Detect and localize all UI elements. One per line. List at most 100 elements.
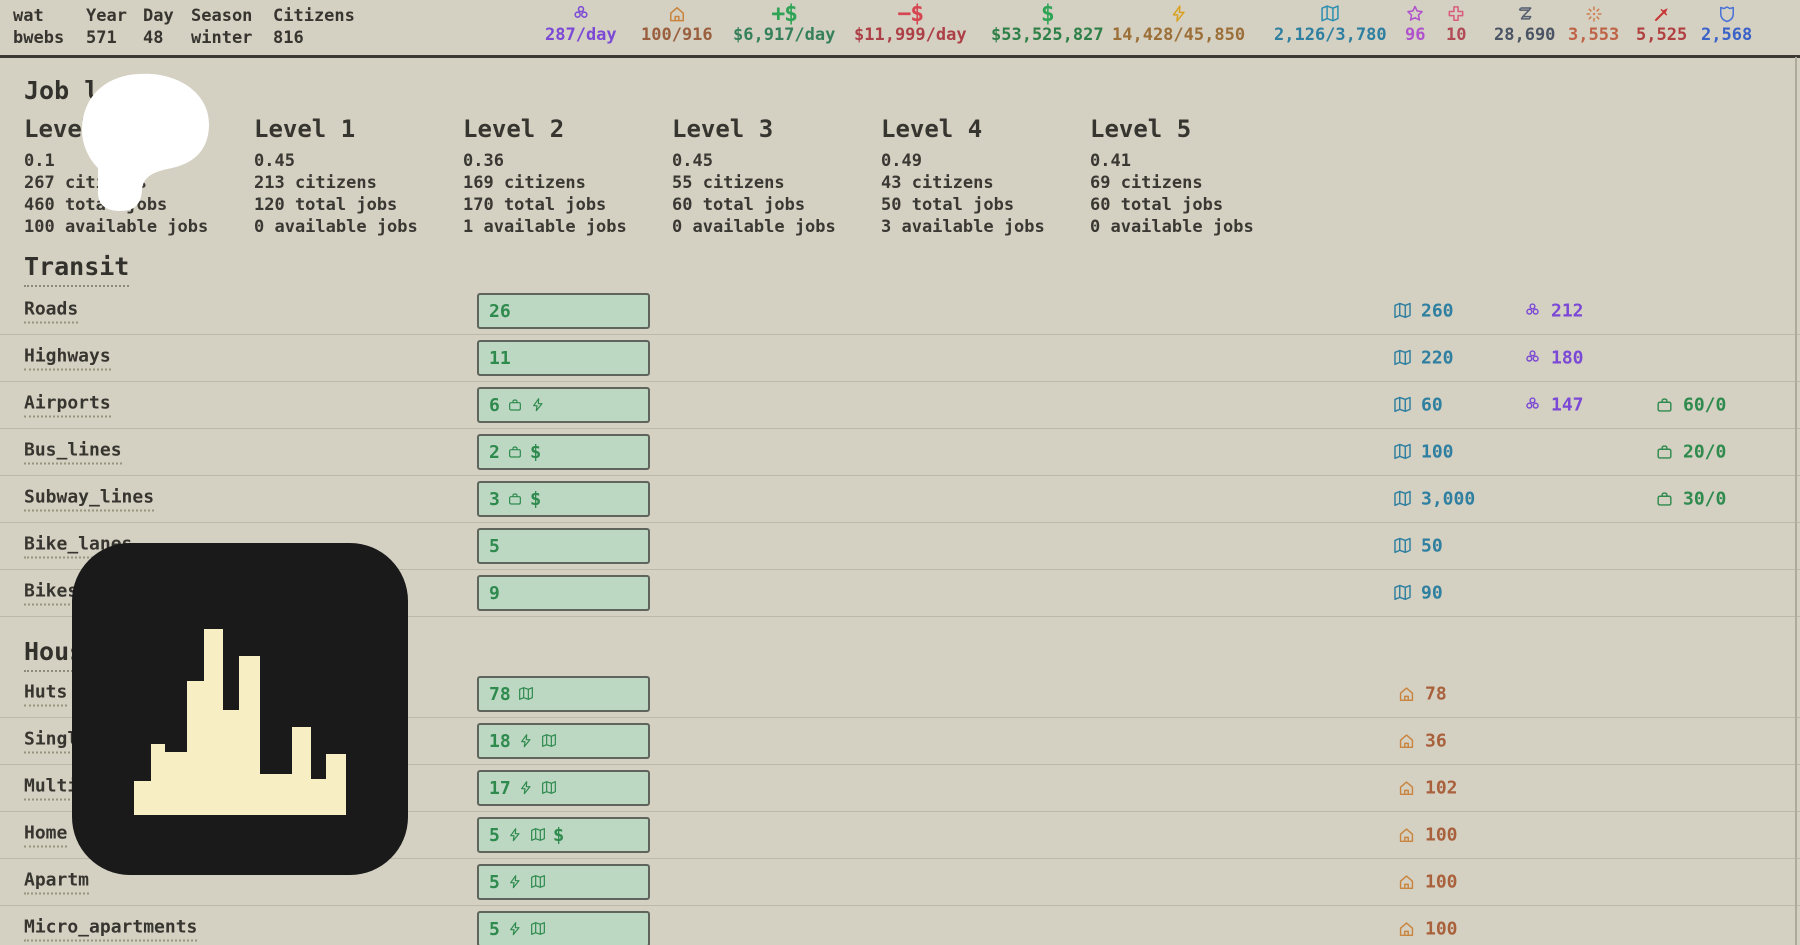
map-icon — [541, 781, 556, 794]
row-stat: 220 — [1393, 348, 1454, 369]
count-input[interactable]: 6 — [477, 387, 650, 423]
map-icon — [1394, 349, 1411, 366]
count-input[interactable]: 78 — [477, 676, 650, 712]
city-skyline-icon — [134, 629, 346, 815]
count-input[interactable]: 18 — [477, 723, 650, 759]
row-stat: 100 — [1397, 825, 1458, 846]
row-label[interactable]: Bikes — [24, 581, 79, 606]
job-level-column: Level 4 0.49 43 citizens 50 total jobs 3 ava… — [881, 116, 1045, 238]
topbar: wat bwebs Year 571 Day 48 Season winter Citizens… — [0, 0, 1800, 58]
count-input[interactable]: 11 — [477, 340, 650, 376]
row-stat: 3,000 — [1393, 489, 1475, 510]
count-value: 11 — [489, 347, 511, 369]
topbar-stat: 287/day — [545, 3, 617, 45]
level-citizens: 169 citizens — [463, 173, 586, 193]
row-label[interactable]: Roads — [24, 299, 79, 324]
map-icon — [530, 922, 545, 935]
level-ratio: 0.45 — [672, 151, 713, 171]
scroll-track[interactable] — [1795, 57, 1797, 945]
power-icon — [520, 781, 531, 795]
topbar-stat: +$ $6,917/day — [733, 2, 835, 45]
count-input[interactable]: 17 — [477, 770, 650, 806]
row-stat: 90 — [1393, 583, 1443, 604]
row-stat: 100 — [1393, 442, 1454, 463]
row-label[interactable]: Home — [24, 823, 68, 848]
row-stat: 60/0 — [1655, 395, 1726, 416]
level-name: Level 4 — [881, 115, 983, 143]
row-label[interactable]: Multi — [24, 776, 79, 801]
level-available-jobs: 0 available jobs — [672, 217, 836, 237]
identity-value: bwebs — [13, 28, 65, 48]
identity-value: 48 — [143, 28, 164, 48]
stat-value: 96 — [1405, 25, 1426, 45]
row-label[interactable]: Singl — [24, 729, 79, 754]
dagger-icon — [1654, 8, 1668, 21]
row-stat-value: 36 — [1425, 730, 1447, 752]
row-stat: 100 — [1397, 872, 1458, 893]
count-input[interactable]: 9 — [477, 575, 650, 611]
steel-beam-icon — [1518, 7, 1532, 20]
transit-row: Subway_lines 3 $3,000 30/0 — [0, 475, 1800, 522]
row-stat-value: 212 — [1551, 300, 1584, 322]
count-input[interactable]: 5 $ — [477, 817, 650, 853]
row-label[interactable]: Bus_lines — [24, 440, 122, 465]
level-total-jobs: 60 total jobs — [1090, 195, 1224, 215]
count-value: 18 — [489, 730, 511, 752]
identity-wat: wat bwebs — [13, 5, 64, 49]
count-value: 26 — [489, 300, 511, 322]
count-value: 78 — [489, 683, 511, 705]
level-available-jobs: 0 available jobs — [1090, 217, 1254, 237]
shield-icon — [1719, 6, 1734, 23]
topbar-stat: 28,690 — [1494, 3, 1555, 45]
row-label[interactable]: Highways — [24, 346, 111, 371]
population-growth-icon — [1526, 397, 1539, 409]
level-citizens: 267 citizens — [24, 173, 147, 193]
level-total-jobs: 170 total jobs — [463, 195, 607, 215]
job-levels-title: Job levels — [24, 76, 175, 105]
star-icon — [1407, 5, 1424, 21]
briefcase-icon — [508, 493, 521, 505]
row-label[interactable]: Subway_lines — [24, 487, 155, 512]
briefcase-icon — [508, 399, 521, 411]
level-name: Level 1 — [254, 115, 356, 143]
row-stat-value: 100 — [1425, 871, 1458, 893]
briefcase-icon — [1657, 398, 1672, 412]
row-stat: 102 — [1397, 778, 1458, 799]
house-icon — [1399, 875, 1414, 890]
row-label[interactable]: Huts — [24, 682, 68, 707]
count-input[interactable]: 5 — [477, 911, 650, 945]
identity-label: Day — [143, 6, 174, 26]
count-input[interactable]: 5 — [477, 528, 650, 564]
power-icon — [532, 398, 543, 412]
row-stat: 20/0 — [1655, 442, 1726, 463]
row-stat-value: 180 — [1551, 347, 1584, 369]
map-icon — [530, 828, 545, 841]
level-name: Level 2 — [463, 115, 565, 143]
population-growth-icon — [1526, 350, 1539, 362]
row-label[interactable]: Micro_apartments — [24, 917, 198, 942]
count-input[interactable]: 3 $ — [477, 481, 650, 517]
transit-row: Airports 6 60 147 60/0 — [0, 381, 1800, 428]
map-icon — [541, 734, 556, 747]
row-stat: 36 — [1397, 731, 1447, 752]
row-stat: 260 — [1393, 301, 1454, 322]
job-level-column: Level 3 0.45 55 citizens 60 total jobs 0 ava… — [672, 116, 836, 238]
level-name: Level 0 — [24, 115, 126, 143]
stat-value: 2,568 — [1701, 25, 1753, 45]
count-value: 5 — [489, 824, 500, 846]
level-total-jobs: 120 total jobs — [254, 195, 398, 215]
count-value: 3 — [489, 488, 500, 510]
topbar-stat: 96 — [1405, 3, 1425, 45]
house-icon — [669, 7, 684, 22]
power-icon — [509, 828, 520, 842]
expense-icon: −$ — [897, 0, 924, 27]
count-input[interactable]: 2 $ — [477, 434, 650, 470]
level-total-jobs: 460 total jobs — [24, 195, 168, 215]
count-input[interactable]: 26 — [477, 293, 650, 329]
level-name: Level 3 — [672, 115, 774, 143]
house-icon — [1399, 922, 1414, 937]
house-icon — [1399, 687, 1414, 702]
count-input[interactable]: 5 — [477, 864, 650, 900]
row-label[interactable]: Airports — [24, 393, 111, 418]
power-icon — [520, 734, 531, 748]
